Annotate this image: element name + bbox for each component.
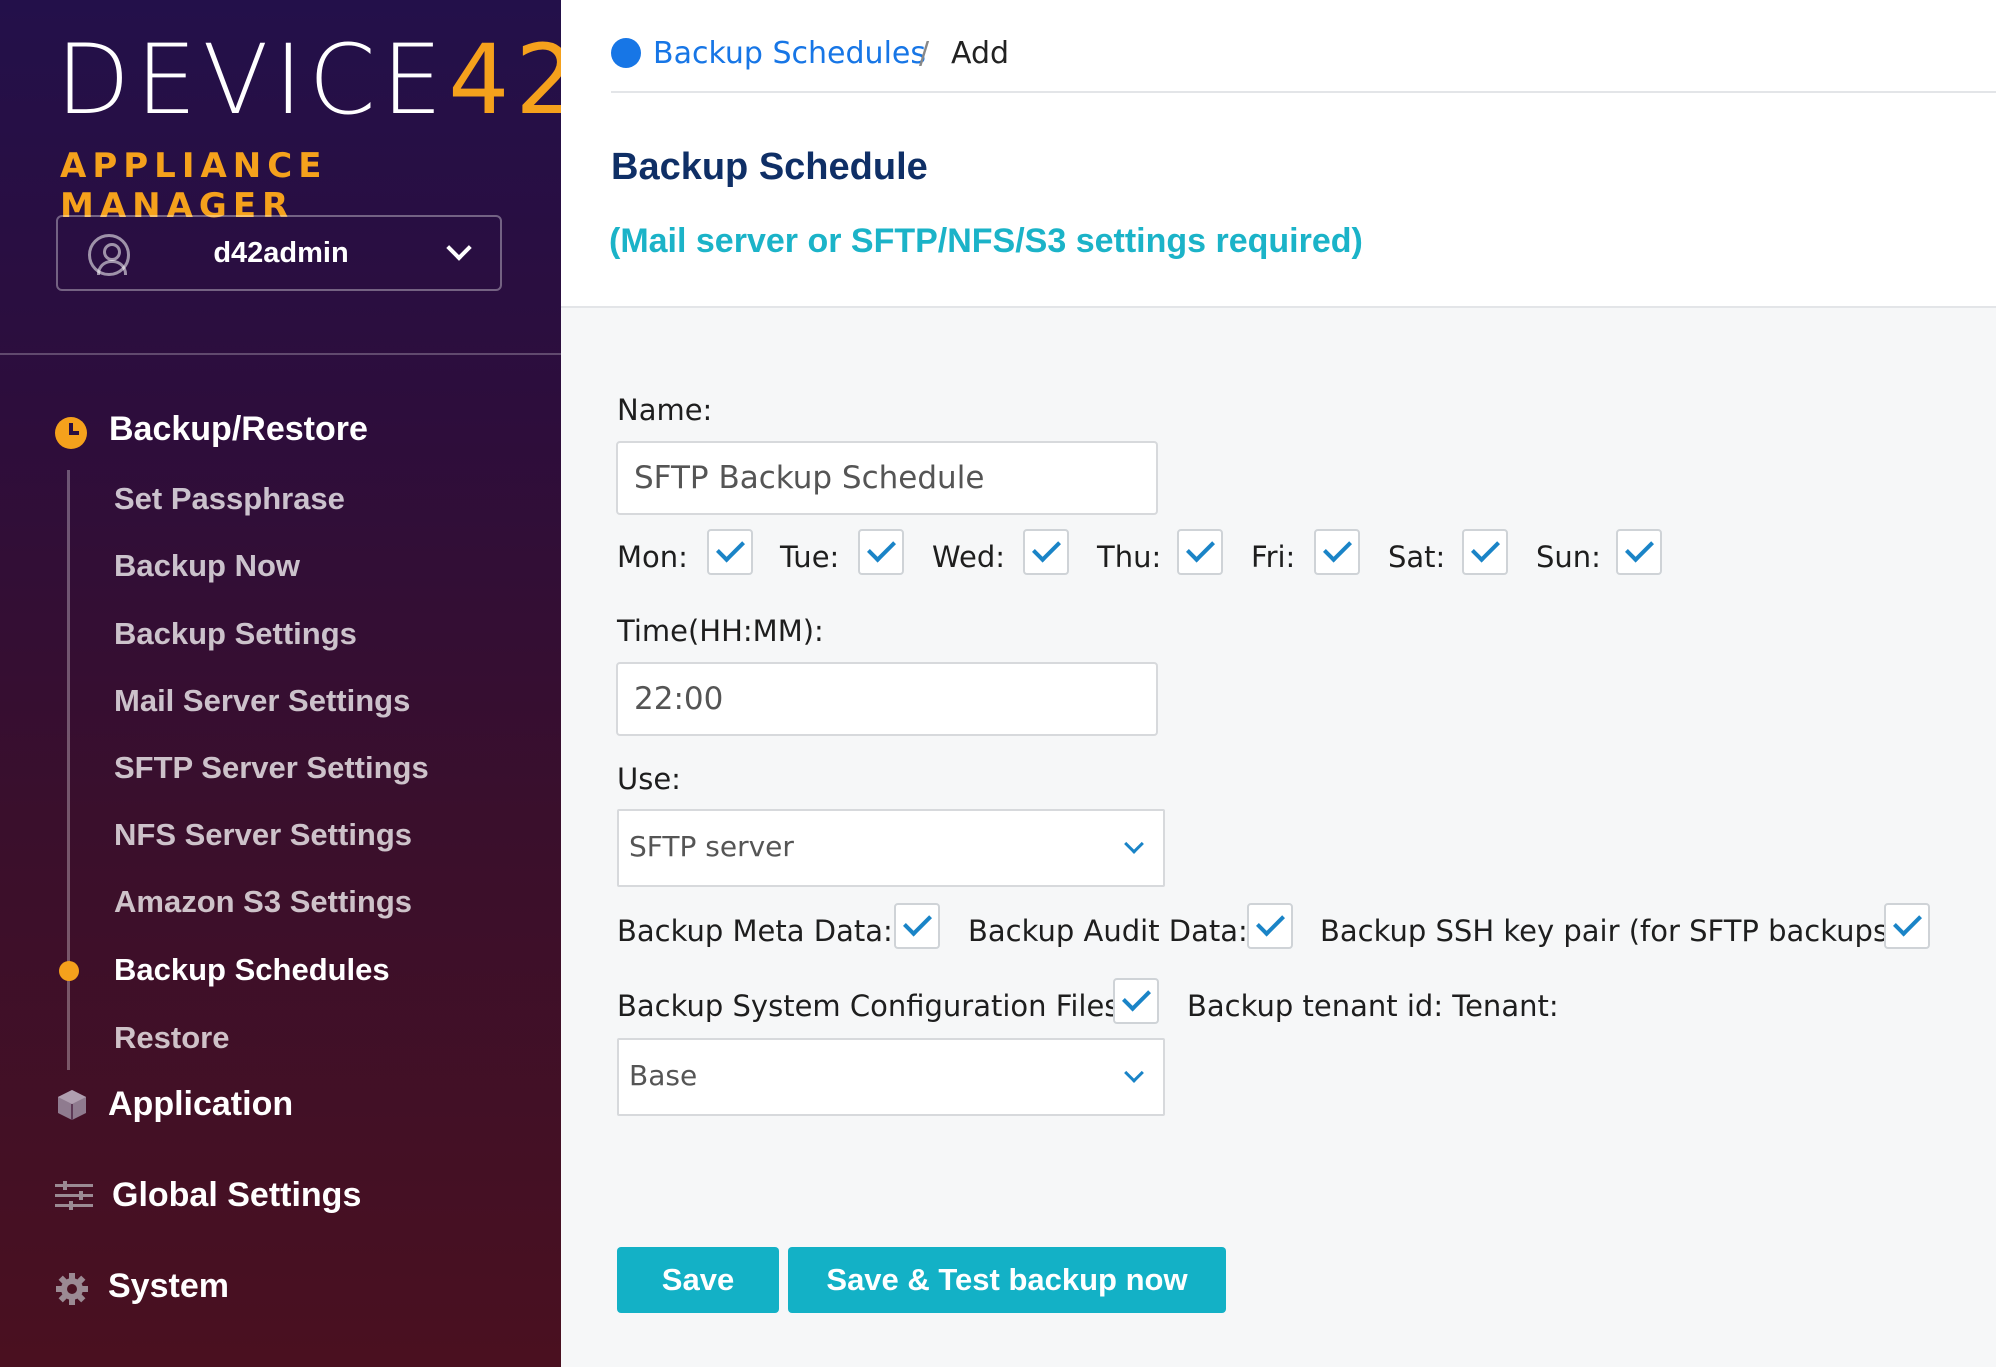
day-label-fri: Fri: [1251, 540, 1296, 574]
nav-item-set-passphrase[interactable]: Set Passphrase [114, 481, 345, 517]
user-menu-dropdown[interactable]: d42admin [56, 215, 502, 291]
backup-sysconf-label: Backup System Configuration Files: [617, 989, 1130, 1023]
user-name: d42admin [213, 237, 349, 269]
nav-section-system[interactable]: System [55, 1267, 229, 1306]
page-subtitle: (Mail server or SFTP/NFS/S3 settings req… [609, 222, 1363, 260]
nav-section-label: System [108, 1267, 229, 1305]
breadcrumb-dot-icon [611, 38, 641, 68]
save-button[interactable]: Save [617, 1247, 779, 1313]
nav-item-backup-now[interactable]: Backup Now [114, 548, 300, 584]
day-label-tue: Tue: [780, 540, 840, 574]
backup-sysconf-checkbox[interactable] [1113, 978, 1159, 1024]
sidebar-divider [0, 353, 561, 355]
nav-item-sftp-server-settings[interactable]: SFTP Server Settings [114, 750, 429, 786]
nav-section-label: Global Settings [112, 1176, 362, 1214]
day-label-sun: Sun: [1536, 540, 1601, 574]
nav-section-label: Backup/Restore [109, 410, 368, 448]
nav-item-mail-server-settings[interactable]: Mail Server Settings [114, 683, 410, 719]
tenant-select[interactable]: Base [617, 1038, 1165, 1116]
nav-section-application[interactable]: Application [55, 1085, 293, 1124]
day-checkbox-fri[interactable] [1314, 529, 1360, 575]
main-content: Backup Schedules / Add Backup Schedule (… [561, 0, 1996, 1367]
backup-audit-checkbox[interactable] [1247, 903, 1293, 949]
backup-meta-label: Backup Meta Data: [617, 914, 893, 948]
chevron-down-icon [1124, 1063, 1144, 1083]
sidebar: DEVICE42 APPLIANCE MANAGER d42admin Back… [0, 0, 576, 1367]
nav-item-amazon-s3-settings[interactable]: Amazon S3 Settings [114, 884, 412, 920]
nav-item-restore[interactable]: Restore [114, 1020, 229, 1056]
device42-logo: DEVICE42 [56, 32, 582, 128]
logo-text-white: DEVICE [56, 24, 449, 136]
save-and-test-button[interactable]: Save & Test backup now [788, 1247, 1226, 1313]
logo-subtitle: APPLIANCE MANAGER [60, 146, 328, 226]
day-checkbox-tue[interactable] [858, 529, 904, 575]
day-label-mon: Mon: [617, 540, 688, 574]
breadcrumb-separator: / [919, 36, 930, 71]
day-label-sat: Sat: [1388, 540, 1446, 574]
name-input[interactable] [616, 441, 1158, 515]
day-label-wed: Wed: [932, 540, 1005, 574]
use-select[interactable]: SFTP server [617, 809, 1165, 887]
nav-item-backup-settings[interactable]: Backup Settings [114, 616, 357, 652]
day-checkbox-sun[interactable] [1616, 529, 1662, 575]
use-select-value: SFTP server [629, 830, 794, 863]
nav-section-label: Application [108, 1085, 294, 1123]
nav-item-backup-schedules[interactable]: Backup Schedules [114, 952, 390, 988]
time-input[interactable] [616, 662, 1158, 736]
day-checkbox-mon[interactable] [707, 529, 753, 575]
time-label: Time(HH:MM): [617, 614, 824, 648]
day-checkbox-thu[interactable] [1177, 529, 1223, 575]
breadcrumb-current: Add [951, 36, 1010, 71]
active-indicator-dot [59, 961, 79, 981]
tenant-select-value: Base [629, 1059, 698, 1092]
day-checkbox-wed[interactable] [1023, 529, 1069, 575]
tenant-label: Backup tenant id: Tenant: [1187, 989, 1559, 1023]
clock-icon [55, 417, 87, 449]
breadcrumb-link-backup-schedules[interactable]: Backup Schedules [653, 36, 926, 71]
nav-section-global-settings[interactable]: Global Settings [55, 1176, 361, 1215]
chevron-down-icon [1124, 834, 1144, 854]
use-label: Use: [617, 762, 681, 796]
backup-meta-checkbox[interactable] [894, 903, 940, 949]
breadcrumb-divider [611, 91, 1996, 93]
day-checkbox-sat[interactable] [1462, 529, 1508, 575]
backup-audit-label: Backup Audit Data: [968, 914, 1248, 948]
day-label-thu: Thu: [1097, 540, 1162, 574]
backup-ssh-checkbox[interactable] [1884, 903, 1930, 949]
nav-section-backup-restore[interactable]: Backup/Restore [55, 410, 368, 449]
page-title: Backup Schedule [611, 146, 928, 188]
page-header: Backup Schedules / Add Backup Schedule (… [561, 0, 1996, 308]
name-label: Name: [617, 393, 713, 427]
backup-ssh-label: Backup SSH key pair (for SFTP backups): [1320, 914, 1910, 948]
nav-item-nfs-server-settings[interactable]: NFS Server Settings [114, 817, 412, 853]
